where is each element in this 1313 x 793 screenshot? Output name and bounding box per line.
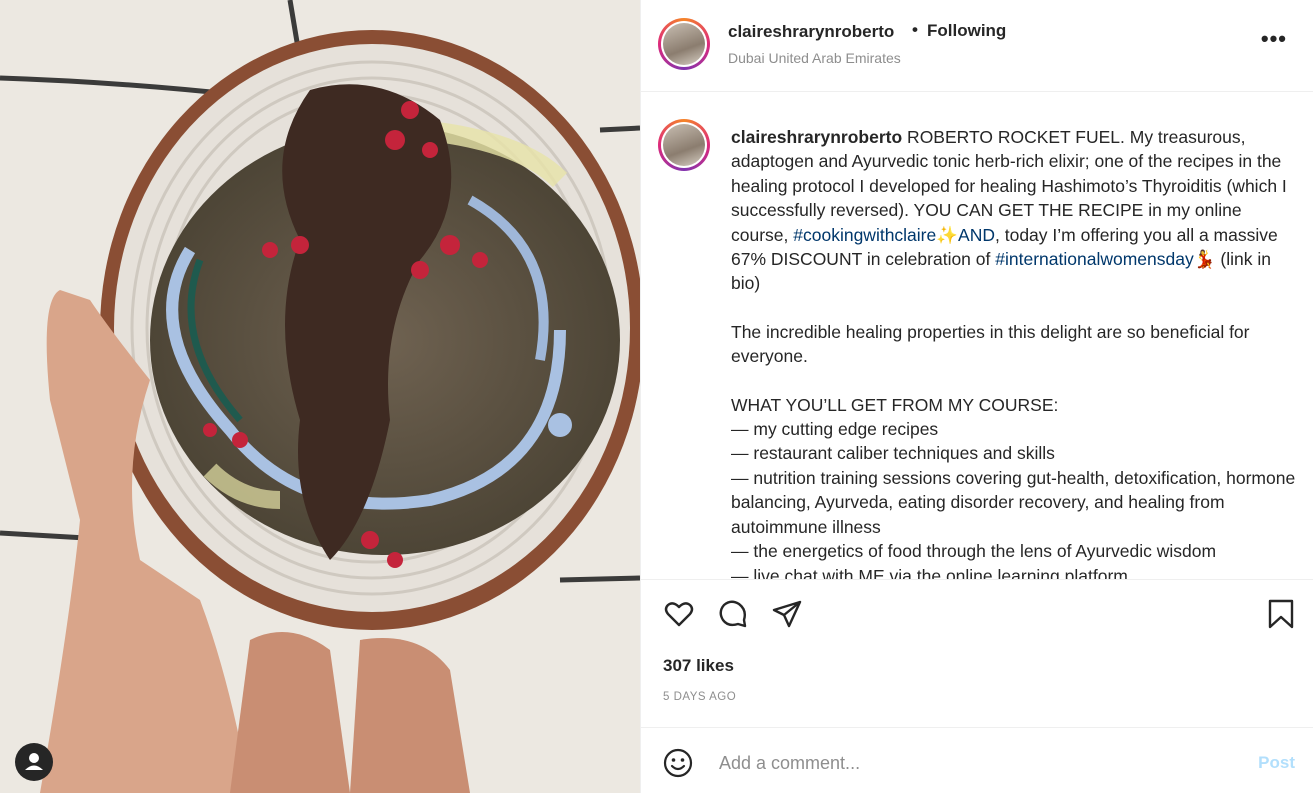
likes-count[interactable]: 307 likes [663,656,734,676]
action-bar: 307 likes 5 DAYS AGO [641,579,1313,727]
list-item: — live chat with ME via the online learn… [731,565,1128,580]
tagged-user-button[interactable] [15,743,53,781]
hashtag-link[interactable]: #internationalwomensday [995,249,1193,269]
instagram-post-view: claireshrarynroberto • Following Dubai U… [0,0,1313,793]
user-icon [25,753,43,770]
list-item: — restaurant caliber techniques and skil… [731,443,1055,464]
location-link[interactable]: Dubai United Arab Emirates [728,50,901,66]
following-button[interactable]: Following [927,21,1006,41]
emoji-icon[interactable] [662,747,694,779]
food-bowl-image [0,0,640,793]
list-item: — nutrition training sessions covering g… [731,467,1296,537]
post-photo[interactable] [0,0,640,793]
list-item: — the energetics of food through the len… [731,541,1217,562]
share-icon[interactable] [771,598,803,630]
comment-bar: Post [641,727,1313,793]
caption-scroll-area[interactable]: claireshrarynroberto ROBERTO ROCKET FUEL… [641,92,1313,579]
author-avatar[interactable] [658,18,710,70]
list-item: — my cutting edge recipes [731,419,939,440]
caption-heading: WHAT YOU’LL GET FROM MY COURSE: [731,394,1059,415]
more-icon[interactable]: ••• [1261,28,1287,50]
post-timestamp[interactable]: 5 DAYS AGO [663,691,736,703]
caption-text: claireshrarynroberto ROBERTO ROCKET FUEL… [731,125,1301,579]
post-detail-panel: claireshrarynroberto • Following Dubai U… [640,0,1313,793]
caption-paragraph: The incredible healing properties in thi… [731,321,1250,367]
hashtag-link[interactable]: #cookingwithclaire [793,225,936,245]
caption-username[interactable]: claireshrarynroberto [731,127,902,147]
post-comment-button[interactable]: Post [1258,753,1295,773]
post-header: claireshrarynroberto • Following Dubai U… [641,0,1313,92]
heart-icon[interactable] [663,598,695,630]
comment-icon[interactable] [717,598,749,630]
bookmark-icon[interactable] [1265,598,1297,630]
separator-dot: • [912,20,918,39]
comment-input[interactable] [717,748,1241,778]
caption-author-avatar[interactable] [658,119,710,171]
author-username[interactable]: claireshrarynroberto [728,22,894,42]
